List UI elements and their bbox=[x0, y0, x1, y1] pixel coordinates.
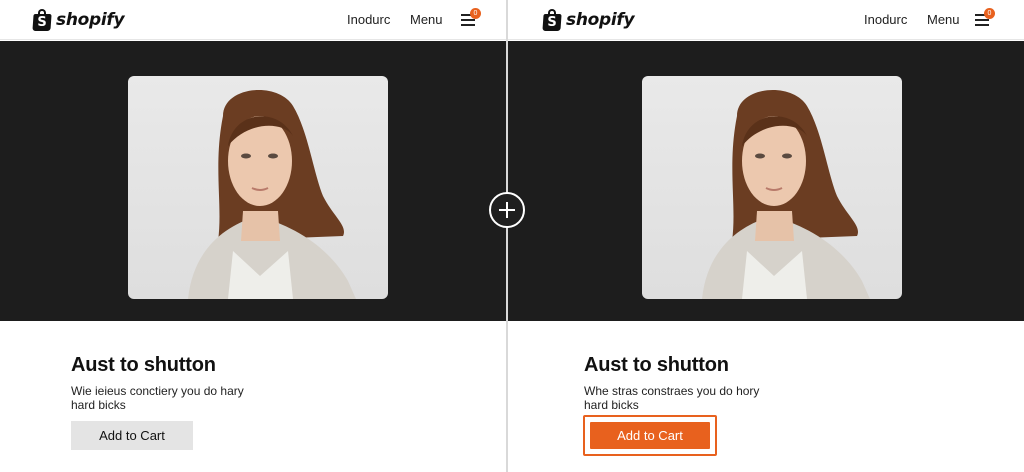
product-description: Wie ieieus conctiery you do hary hard bi… bbox=[71, 384, 244, 412]
add-to-cart-highlight: Add to Cart bbox=[583, 415, 717, 456]
woman-portrait-image bbox=[702, 89, 870, 299]
brand-name: shopify bbox=[566, 10, 635, 30]
product-photo bbox=[642, 76, 902, 299]
product-title: Aust to shutton bbox=[584, 354, 729, 376]
woman-portrait-image bbox=[188, 89, 356, 299]
comparison-divider[interactable] bbox=[506, 0, 508, 472]
add-to-cart-button[interactable]: Add to Cart bbox=[590, 422, 710, 449]
product-photo bbox=[128, 76, 388, 299]
product-title: Aust to shutton bbox=[71, 354, 216, 376]
product-description: Whe stras constraes you do hory hard bic… bbox=[584, 384, 760, 412]
variant-b-panel: S shopify Inodurc Menu 0 Aust to shutton… bbox=[508, 0, 1024, 472]
nav-link[interactable]: Inodurc bbox=[347, 12, 390, 27]
cart-count-badge: 0 bbox=[984, 8, 995, 19]
add-to-cart-button[interactable]: Add to Cart bbox=[71, 421, 193, 450]
menu-link[interactable]: Menu bbox=[410, 12, 443, 27]
brand-name: shopify bbox=[56, 10, 125, 30]
shopify-logo[interactable]: S shopify bbox=[32, 7, 125, 33]
shopify-bag-icon: S bbox=[542, 9, 562, 31]
shopify-bag-icon: S bbox=[32, 9, 52, 31]
variant-a-panel: S shopify Inodurc Menu 0 Aust to shutton… bbox=[0, 0, 507, 472]
plus-icon[interactable] bbox=[489, 192, 525, 228]
cart-count-badge: 0 bbox=[470, 8, 481, 19]
hero-banner bbox=[508, 41, 1024, 321]
shopify-logo[interactable]: S shopify bbox=[542, 7, 635, 33]
nav-link[interactable]: Inodurc bbox=[864, 12, 907, 27]
menu-link[interactable]: Menu bbox=[927, 12, 960, 27]
site-header: S shopify Inodurc Menu 0 bbox=[508, 0, 1024, 40]
site-header: S shopify Inodurc Menu 0 bbox=[0, 0, 507, 40]
hero-banner bbox=[0, 41, 507, 321]
